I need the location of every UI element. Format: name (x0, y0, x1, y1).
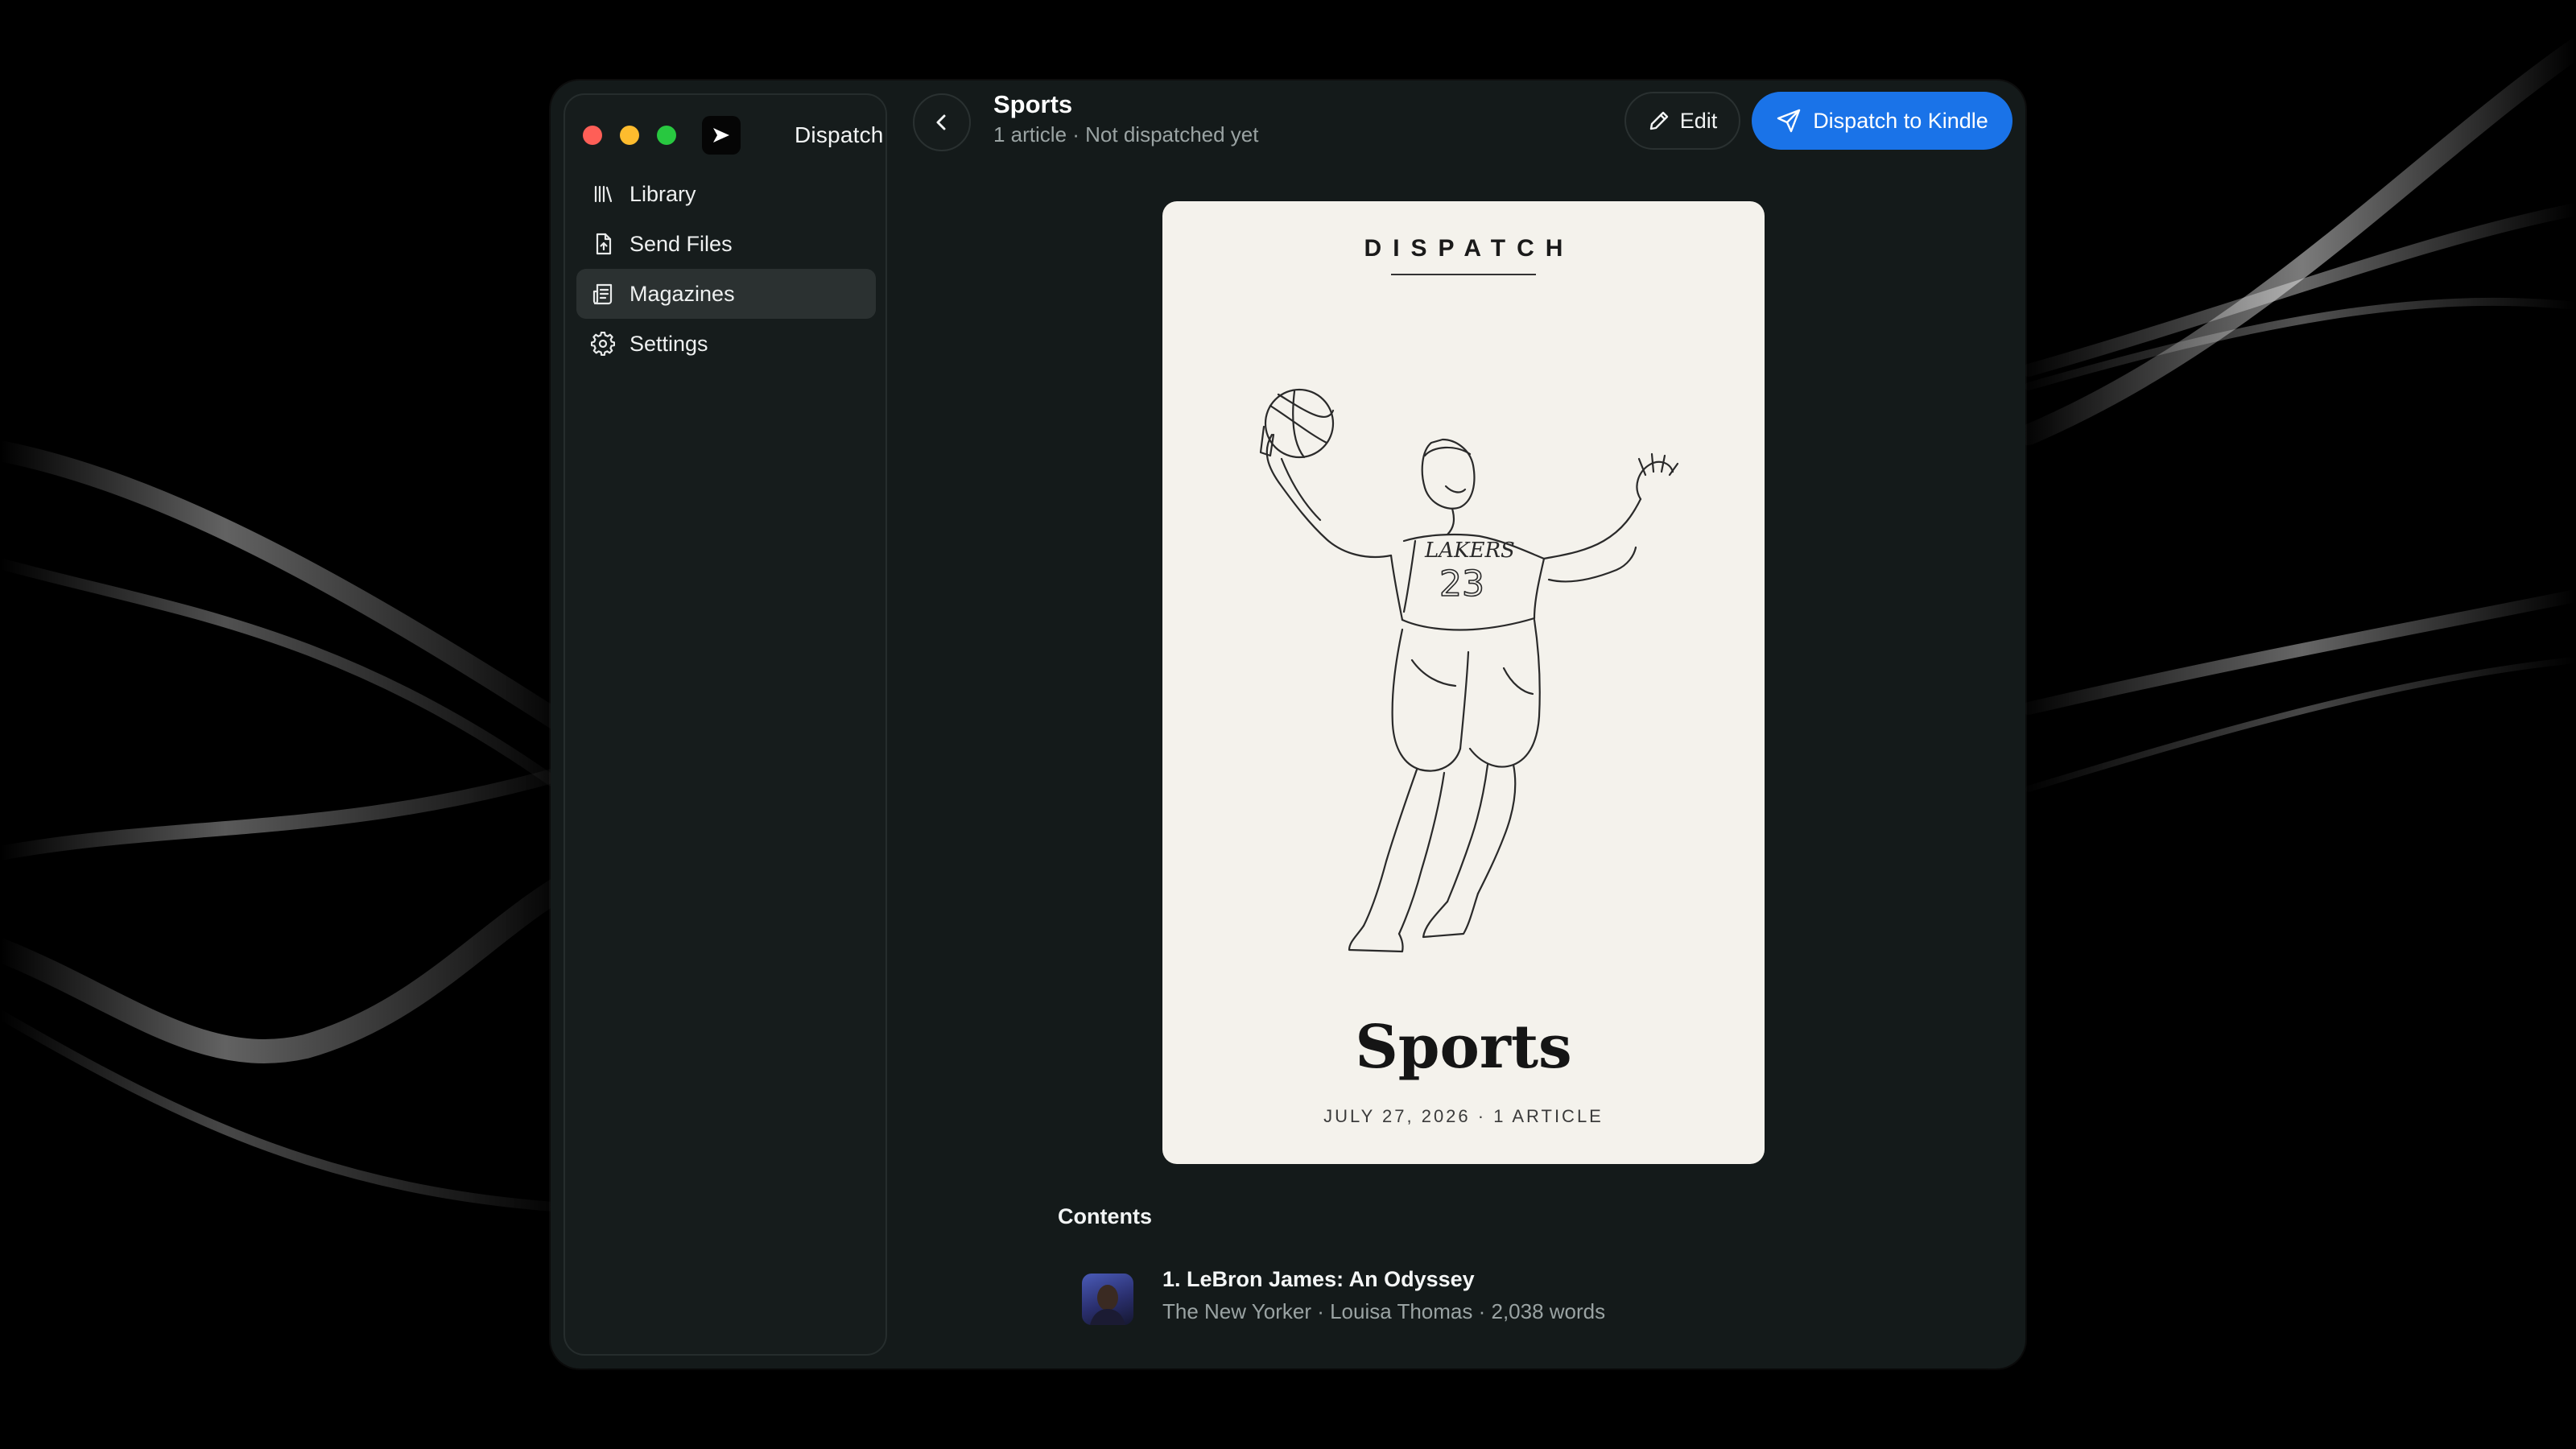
library-icon (594, 185, 613, 203)
sidebar-item-settings[interactable]: Settings (576, 319, 876, 369)
article-meta: The New Yorker · Louisa Thomas · 2,038 w… (1162, 1299, 1606, 1323)
dispatch-to-kindle-button[interactable]: Dispatch to Kindle (1752, 92, 2013, 150)
app-window: Dispatch Library Send Files Magazines Se… (551, 80, 2025, 1368)
magazine-cover[interactable]: DISPATCH LAKERS 23 Sports JULY 27, 2026 … (1162, 201, 1765, 1164)
article-thumbnail (1082, 1274, 1133, 1325)
sidebar-nav: Library Send Files Magazines Settings (576, 169, 876, 369)
app-logo-icon (702, 116, 741, 155)
sidebar-item-label: Settings (630, 331, 708, 356)
page-title: Sports (993, 90, 1073, 118)
cover-meta: JULY 27, 2026 · 1 ARTICLE (1323, 1106, 1604, 1126)
contents-heading: Contents (1058, 1204, 1152, 1228)
cover-divider (1391, 274, 1536, 275)
sidebar-item-label: Magazines (630, 281, 735, 306)
sidebar-item-send-files[interactable]: Send Files (576, 219, 876, 269)
gear-icon (591, 332, 615, 356)
svg-text:23: 23 (1439, 564, 1484, 605)
sidebar-item-library[interactable]: Library (576, 169, 876, 219)
sidebar-item-label: Send Files (630, 231, 733, 256)
magazine-icon (592, 283, 613, 305)
chevron-left-icon (936, 114, 946, 130)
edit-button[interactable]: Edit (1624, 92, 1740, 150)
cover-title: Sports (1355, 1013, 1572, 1082)
sidebar: Dispatch Library Send Files Magazines Se… (564, 93, 887, 1356)
paper-plane-icon (1777, 109, 1801, 133)
cover-brand: DISPATCH (1364, 235, 1575, 262)
zoom-window-button[interactable] (657, 126, 676, 145)
list-item[interactable]: 1. LeBron James: An Odyssey The New York… (1082, 1267, 1806, 1340)
pencil-icon (1649, 111, 1668, 130)
page-subtitle: 1 article · Not dispatched yet (993, 122, 1259, 147)
minimize-window-button[interactable] (620, 126, 639, 145)
window-controls (583, 126, 676, 145)
send-file-icon (596, 233, 612, 255)
svg-text:LAKERS: LAKERS (1424, 539, 1515, 563)
sidebar-item-magazines[interactable]: Magazines (576, 269, 876, 319)
basketball-player-illustration: LAKERS 23 (1259, 388, 1679, 953)
edit-button-label: Edit (1679, 108, 1718, 133)
app-name: Dispatch (795, 122, 884, 147)
back-button[interactable] (913, 93, 971, 151)
article-title: 1. LeBron James: An Odyssey (1162, 1267, 1475, 1291)
sidebar-item-label: Library (630, 181, 696, 206)
close-window-button[interactable] (583, 126, 602, 145)
dispatch-button-label: Dispatch to Kindle (1813, 108, 1988, 133)
